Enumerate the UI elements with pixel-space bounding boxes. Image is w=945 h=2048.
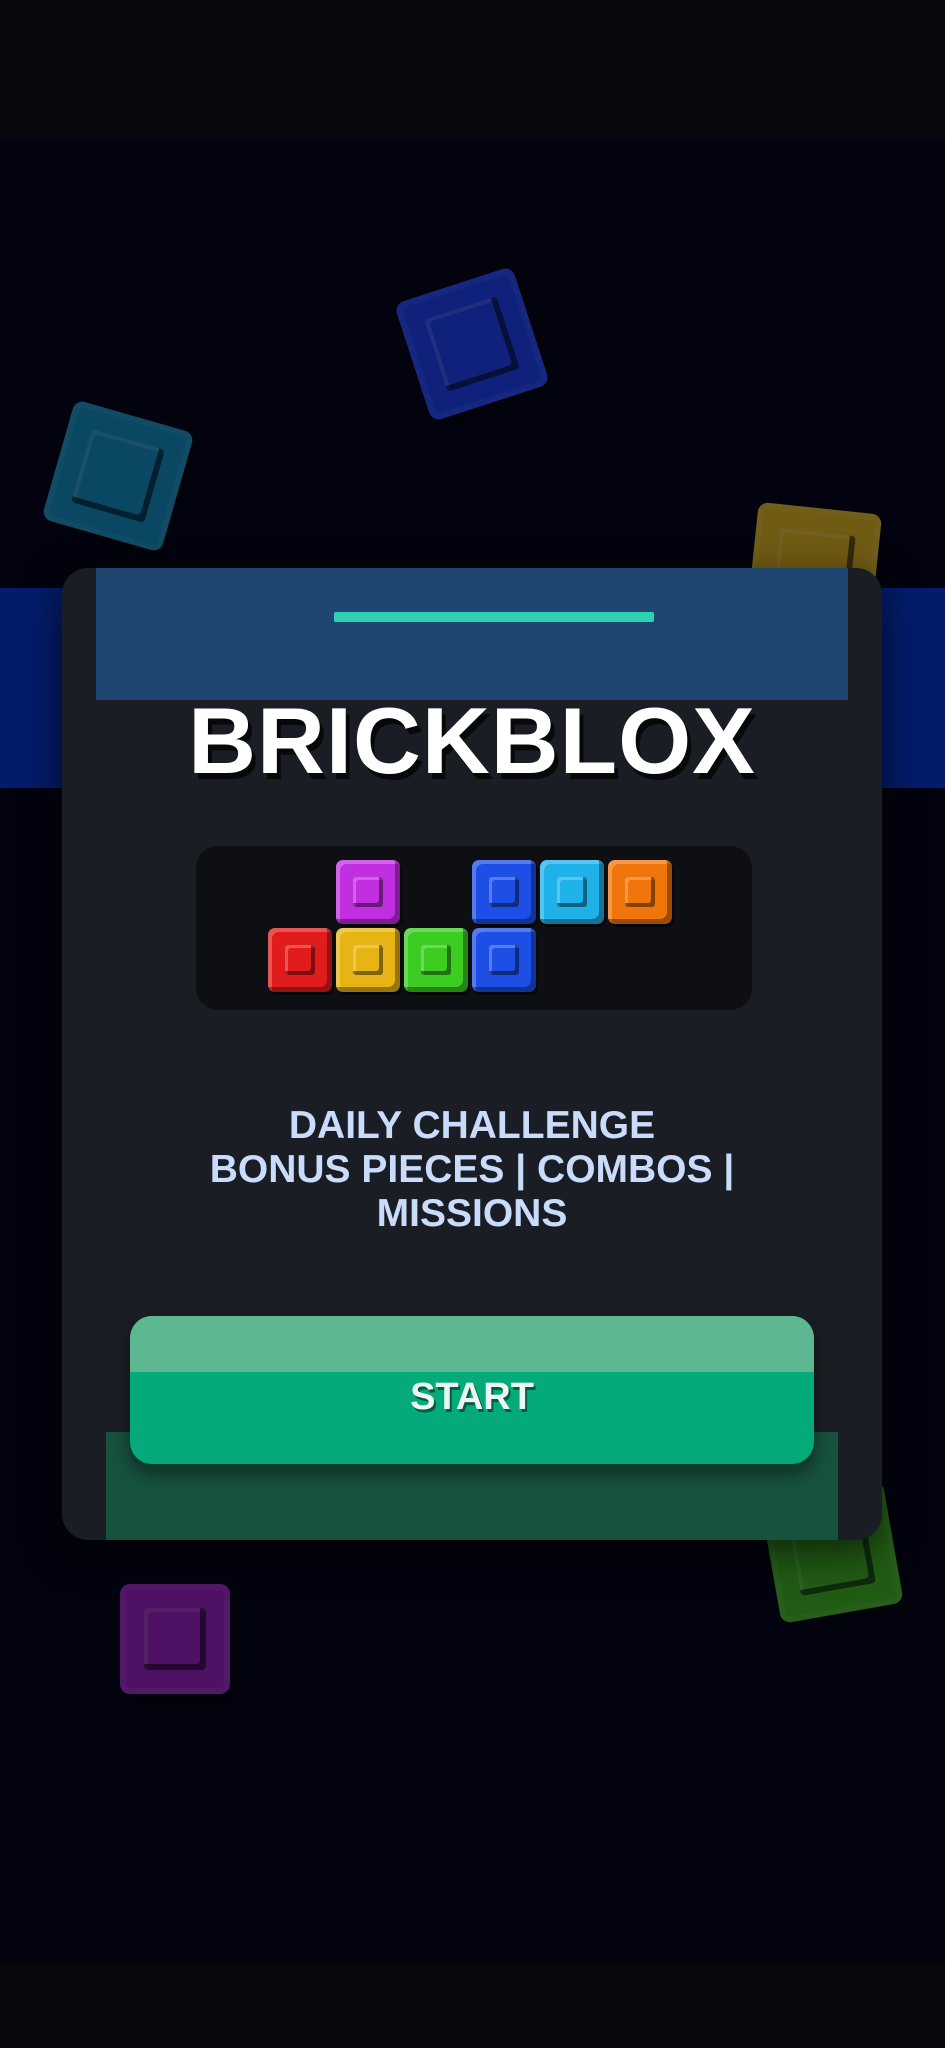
green-block bbox=[404, 928, 468, 992]
tagline-line: DAILY CHALLENGE bbox=[288, 1104, 656, 1147]
red-block bbox=[268, 928, 332, 992]
floating-teal-block bbox=[41, 399, 195, 553]
yellow-block bbox=[336, 928, 400, 992]
title-card: BRICKBLOX DAILY CHALLENGE BONUS PIECES |… bbox=[62, 568, 882, 1540]
top-bar bbox=[0, 0, 945, 140]
tagline: DAILY CHALLENGE BONUS PIECES | COMBOS | … bbox=[62, 1104, 882, 1236]
game-title: BRICKBLOX bbox=[188, 688, 756, 793]
start-button-gloss bbox=[130, 1316, 814, 1372]
piece-preview bbox=[196, 846, 752, 1010]
blue-block bbox=[472, 928, 536, 992]
blue-block bbox=[472, 860, 536, 924]
orange-block bbox=[608, 860, 672, 924]
tagline-line: MISSIONS bbox=[376, 1192, 568, 1235]
floating-blue-block bbox=[393, 265, 551, 423]
header-accent-line bbox=[334, 612, 654, 622]
card-header bbox=[96, 568, 848, 700]
cyan-block bbox=[540, 860, 604, 924]
purple-block bbox=[336, 860, 400, 924]
tagline-line: BONUS PIECES | COMBOS | bbox=[209, 1148, 735, 1191]
start-button[interactable]: START bbox=[130, 1316, 814, 1464]
start-button-label: START bbox=[410, 1376, 534, 1418]
bottom-bar bbox=[0, 1964, 945, 2048]
floating-purple-block bbox=[120, 1584, 230, 1694]
